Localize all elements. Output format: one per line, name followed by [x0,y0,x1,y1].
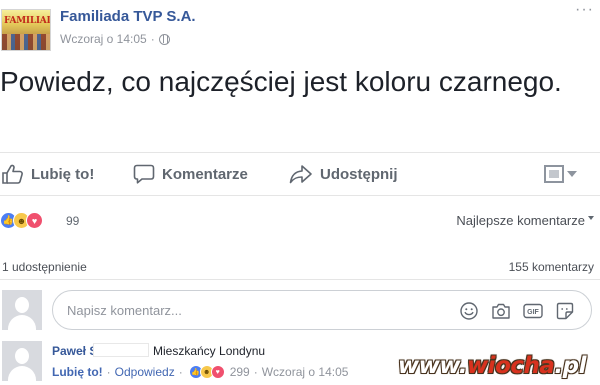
post-meta: Wczoraj o 14:05 · [60,32,170,46]
avatar-head [15,297,29,313]
page-name[interactable]: Familiada TVP S.A. [60,8,196,25]
stats-row: 1 udostępnienie 155 komentarzy [0,244,600,280]
globe-icon[interactable] [158,33,170,45]
post-as-selector[interactable] [544,153,577,195]
watermark-brand: wiocha [466,353,555,379]
reaction-icons[interactable]: 👍 ☻ ♥ [0,212,43,229]
site-watermark: www.wiocha.pl [397,353,587,379]
share-button[interactable]: Udostępnij [289,153,398,195]
comment-action-separator: · [178,365,183,379]
love-reaction-icon: ♥ [210,365,225,379]
page-logo-people [2,34,50,50]
gif-label: GIF [527,309,539,316]
post-timestamp[interactable]: Wczoraj o 14:05 [60,32,147,46]
emoji-icon[interactable] [459,301,479,321]
like-button[interactable]: Lubię to! [2,153,94,195]
my-avatar[interactable] [2,290,42,330]
comment-sort-dropdown[interactable]: Najlepsze komentarze [456,213,594,228]
comment-input[interactable]: Napisz komentarz... GIF [52,290,592,330]
caret-down-icon [588,215,594,220]
avatar-head [15,348,29,364]
sticker-icon[interactable] [555,301,575,321]
composer-tools: GIF [459,301,575,321]
gif-icon[interactable]: GIF [523,301,543,321]
comment-reaction-count[interactable]: 299 [230,365,250,379]
avatar-body [8,366,36,381]
page-logo-text: FAMILIADA [4,16,50,26]
comment-bubble-icon [133,164,155,184]
avatar-body [8,315,36,330]
camera-icon[interactable] [491,301,511,321]
shares-count[interactable]: 1 udostępnienie [2,260,87,274]
post-text: Powiedz, co najczęściej jest koloru czar… [0,66,562,97]
comment-timestamp[interactable]: Wczoraj o 14:05 [262,365,349,379]
watermark-suffix: .pl [554,353,586,379]
comment-action-separator: · [253,365,258,379]
action-bar: Lubię to! Komentarze Udostępnij [0,152,600,196]
meta-separator: · [150,32,155,46]
comment-reply-link[interactable]: Odpowiedz [115,365,175,379]
chevron-down-icon [567,171,577,177]
comment-author[interactable]: Paweł S [52,344,97,358]
comment-reaction-icons[interactable]: 👍 ☻ ♥ [188,365,225,379]
reactions-row: 👍 ☻ ♥ 99 Najlepsze komentarze [0,205,600,235]
share-label: Udostępnij [320,165,398,183]
share-arrow-icon [289,165,312,184]
comment-actions: Lubię to! · Odpowiedz · 👍 ☻ ♥ 299 · Wczo… [52,365,348,379]
reaction-count[interactable]: 99 [66,214,79,228]
comment-button[interactable]: Komentarze [133,153,248,195]
like-label: Lubię to! [31,165,95,183]
watermark-prefix: www. [397,353,468,379]
comment-like-link[interactable]: Lubię to! [52,365,103,379]
more-options-icon[interactable]: ··· [575,1,594,19]
comment-action-separator: · [106,365,111,379]
author-redaction [93,343,149,357]
profile-thumbnail-icon [544,165,564,183]
comment-label: Komentarze [162,165,248,183]
comment-text: Mieszkańcy Londynu [153,344,266,358]
page-avatar[interactable]: FAMILIADA [1,9,51,51]
post-header: FAMILIADA Familiada TVP S.A. Wczoraj o 1… [0,0,600,56]
commenter-avatar[interactable] [2,341,42,381]
comment-composer: Napisz komentarz... GIF [0,288,600,332]
love-reaction-icon: ♥ [26,212,43,229]
comment-sort-label: Najlepsze komentarze [456,213,585,228]
comment-placeholder: Napisz komentarz... [67,303,182,318]
comments-count[interactable]: 155 komentarzy [509,260,594,274]
thumbs-up-icon [2,164,23,184]
